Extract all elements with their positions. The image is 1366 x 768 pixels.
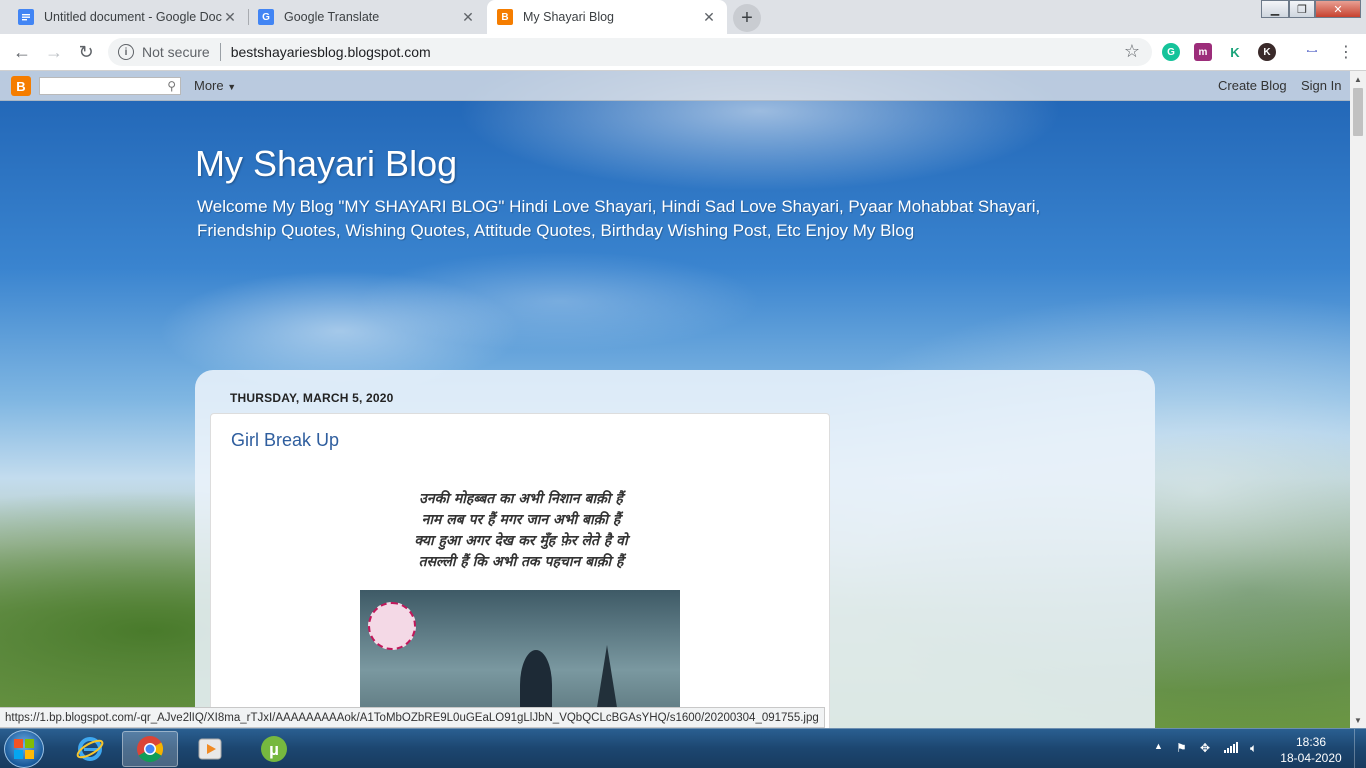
dropbox-icon[interactable]: ✥ [1200,741,1210,755]
post-card: Girl Break Up उनकी मोहब्बत का अभी निशान … [210,413,830,728]
window-controls: ▁ ❐ ✕ [1261,0,1361,20]
windows-logo-icon [14,739,34,759]
poem-line: नाम लब पर हैं मगर जान अभी बाक़ी हैं [421,512,621,528]
tab-title: Untitled document - Google Docs [44,10,222,24]
address-bar[interactable]: i Not secure bestshayariesblog.blogspot.… [108,38,1152,66]
scroll-up-icon[interactable]: ▲ [1350,71,1366,87]
internet-explorer-icon[interactable] [62,731,118,767]
status-bar-url: https://1.bp.blogspot.com/-qr_AJve2lIQ/X… [0,707,825,728]
tab-title: Google Translate [284,10,380,24]
blogger-navbar: B ⚲ More ▼ Create Blog Sign In [0,71,1350,101]
link-extension-icon[interactable]: •—• [1300,43,1324,61]
clock-time: 18:36 [1295,735,1327,749]
tab-my-shayari-blog[interactable]: B My Shayari Blog ✕ [487,0,727,34]
clock-date: 18-04-2020 [1280,751,1342,765]
post-date-header: THURSDAY, MARCH 5, 2020 [230,391,394,405]
omnibox-divider [219,43,221,61]
start-button[interactable] [4,730,44,768]
tab-google-docs[interactable]: Untitled document - Google Docs ✕ [8,0,248,34]
new-tab-button[interactable]: + [733,4,761,32]
info-icon[interactable]: i [118,44,134,60]
tray-expand-icon[interactable]: ▲ [1154,741,1163,751]
utorrent-icon[interactable]: µ [246,731,302,767]
post-title[interactable]: Girl Break Up [231,430,339,451]
tab-google-translate[interactable]: G Google Translate ✕ [248,0,486,34]
poem-line: उनकी मोहब्बत का अभी निशान बाक़ी हैं [419,491,623,507]
svg-text:µ: µ [269,740,279,759]
main-content: THURSDAY, MARCH 5, 2020 Girl Break Up उन… [195,370,1155,728]
extension-icon[interactable]: m [1194,43,1212,61]
close-window-button[interactable]: ✕ [1315,0,1361,18]
close-tab-icon[interactable]: ✕ [460,9,476,26]
minimize-button[interactable]: ▁ [1261,0,1289,18]
menu-icon[interactable]: ⋮ [1334,40,1358,64]
profile-extension-icon[interactable]: K [1258,43,1276,61]
tab-title: My Shayari Blog [523,10,615,24]
media-player-icon[interactable] [182,731,238,767]
docs-icon [18,9,34,25]
security-status: Not secure [142,44,210,60]
tab-strip: Untitled document - Google Docs ✕ G Goog… [0,0,1366,34]
search-icon[interactable]: ⚲ [167,79,176,93]
browser-toolbar: ← → ↻ i Not secure bestshayariesblog.blo… [0,34,1366,71]
network-signal-icon[interactable] [1224,741,1238,756]
blogger-logo-icon[interactable]: B [11,76,31,96]
page-viewport: B ⚲ More ▼ Create Blog Sign In My Shayar… [0,71,1350,728]
more-menu[interactable]: More ▼ [194,78,236,93]
grammarly-icon[interactable]: G [1162,43,1180,61]
poem-text: उनकी मोहब्बत का अभी निशान बाक़ी हैं नाम … [211,489,831,573]
create-blog-link[interactable]: Create Blog [1218,78,1287,93]
reload-button[interactable]: ↻ [74,40,98,64]
close-tab-icon[interactable]: ✕ [222,9,238,26]
windows-taskbar: µ ▲ ⚑ ✥ 🔈︎ 18:36 18-04-2020 [0,728,1366,768]
show-desktop-button[interactable] [1354,729,1366,768]
chrome-icon[interactable] [122,731,178,767]
dropdown-arrow-icon: ▼ [227,82,237,92]
system-clock[interactable]: 18:36 18-04-2020 [1278,734,1344,766]
more-label: More [194,78,224,93]
vertical-scrollbar[interactable]: ▲ ▼ [1350,71,1366,728]
blog-search-input[interactable]: ⚲ [39,77,181,95]
translate-icon: G [258,9,274,25]
forward-button[interactable]: → [42,40,66,64]
poem-line: क्या हुआ अगर देख कर मुँह फ़ेर लेते है वो [414,533,628,549]
close-tab-icon[interactable]: ✕ [701,9,717,26]
k-extension-icon[interactable]: K [1226,43,1244,61]
url-text: bestshayariesblog.blogspot.com [230,44,431,60]
blog-title[interactable]: My Shayari Blog [195,143,457,185]
maximize-button[interactable]: ❐ [1289,0,1315,18]
blog-description: Welcome My Blog "MY SHAYARI BLOG" Hindi … [197,197,1041,240]
watermark-logo [368,602,416,650]
flag-icon[interactable]: ⚑ [1176,741,1187,755]
scroll-down-icon[interactable]: ▼ [1350,712,1366,728]
back-button[interactable]: ← [10,40,34,64]
blogger-icon: B [497,9,513,25]
poem-line: तसल्ली हैं कि अभी तक पहचान बाक़ी हैं [418,554,624,570]
scroll-thumb[interactable] [1353,88,1363,136]
sign-in-link[interactable]: Sign In [1301,78,1341,93]
bookmark-star-icon[interactable]: ☆ [1124,41,1140,62]
volume-icon[interactable]: 🔈︎ [1250,741,1257,756]
